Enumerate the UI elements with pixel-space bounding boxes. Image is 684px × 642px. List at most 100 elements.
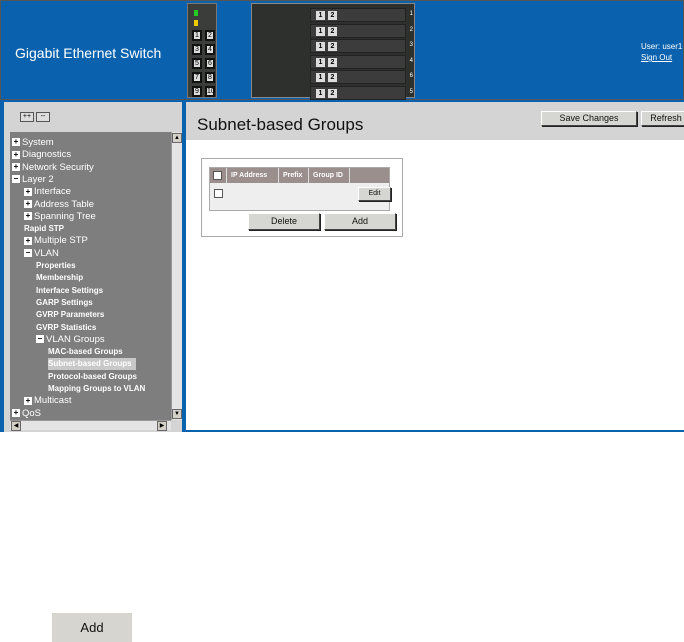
nav-item-label: Properties bbox=[36, 261, 76, 270]
nav-item-vlan-groups[interactable]: − VLAN Groups bbox=[36, 334, 105, 346]
nav-item-gvrp-parameters[interactable]: GVRP Parameters bbox=[36, 309, 104, 321]
sidebar: ++ -- + System + Diagnostics + Network Securi… bbox=[4, 102, 182, 432]
port-icon: 2 bbox=[328, 88, 337, 98]
nav-item-rapid-stp[interactable]: Rapid STP bbox=[24, 223, 64, 235]
expand-all-button[interactable]: ++ bbox=[20, 112, 34, 122]
nav-item-network-security[interactable]: + Network Security bbox=[12, 162, 94, 174]
nav-item-garp-settings[interactable]: GARP Settings bbox=[36, 297, 93, 309]
save-changes-button[interactable]: Save Changes bbox=[541, 111, 637, 126]
port-icon: 1 bbox=[192, 30, 202, 41]
column-ip-address: IP Address bbox=[227, 168, 279, 183]
scroll-right-icon[interactable]: ▶ bbox=[157, 421, 167, 431]
minus-icon[interactable]: − bbox=[12, 175, 20, 184]
plus-icon[interactable]: + bbox=[12, 138, 20, 147]
port-icon: 7 bbox=[192, 72, 202, 83]
select-all-checkbox[interactable] bbox=[213, 170, 222, 180]
port-icon: 3 bbox=[192, 44, 202, 55]
nav-item-label: Interface Settings bbox=[36, 285, 104, 295]
scroll-down-icon[interactable]: ▼ bbox=[172, 409, 182, 419]
port-icon: 5 bbox=[192, 58, 202, 69]
nav-item-multicast[interactable]: + Multicast bbox=[24, 395, 71, 407]
nav-item-gvrp-statistics[interactable]: GVRP Statistics bbox=[36, 322, 96, 334]
nav-item-label: Multiple STP bbox=[34, 235, 88, 247]
scroll-left-icon[interactable]: ◀ bbox=[11, 421, 21, 431]
plus-icon[interactable]: + bbox=[12, 150, 20, 159]
port-icon: 1 bbox=[316, 42, 325, 51]
port-icon: 2 bbox=[328, 11, 337, 20]
refresh-button[interactable]: Refresh bbox=[641, 111, 684, 126]
minus-icon[interactable]: − bbox=[24, 249, 32, 258]
plus-icon[interactable]: + bbox=[24, 396, 32, 405]
plus-icon[interactable]: + bbox=[24, 187, 32, 196]
port-icon: 1 bbox=[316, 57, 325, 67]
nav-item-spanning-tree[interactable]: + Spanning Tree bbox=[24, 211, 96, 223]
delete-button[interactable]: Delete bbox=[248, 213, 320, 230]
nav-tree: + System + Diagnostics + Network Security − Lay… bbox=[10, 132, 171, 420]
status-led bbox=[194, 20, 198, 26]
add-button[interactable]: Add bbox=[324, 213, 396, 230]
plus-icon[interactable]: + bbox=[24, 236, 32, 245]
nav-item-label: Subnet-based Groups bbox=[48, 359, 132, 369]
nav-item-mac-based-groups[interactable]: MAC-based Groups bbox=[48, 346, 123, 358]
user-label: User: user1 bbox=[641, 42, 683, 51]
nav-item-subnet-based-groups[interactable]: Subnet-based Groups bbox=[48, 358, 136, 371]
nav-item-label: System bbox=[22, 137, 54, 148]
port-icon: 2 bbox=[205, 30, 215, 41]
nav-item-label: Layer 2 bbox=[22, 173, 54, 185]
blade-number: 6 bbox=[409, 73, 413, 79]
blade-number: 5 bbox=[409, 88, 413, 95]
port-icon: 8 bbox=[205, 72, 215, 83]
minus-icon[interactable]: − bbox=[36, 335, 44, 344]
add-button-large[interactable]: Add bbox=[52, 613, 132, 642]
sign-out-link[interactable]: Sign Out bbox=[641, 52, 682, 63]
blade-slot: 12 5 bbox=[310, 85, 413, 100]
blade-slot: 122 bbox=[310, 23, 413, 38]
port-icon: 9 bbox=[192, 86, 202, 97]
nav-item-vlan[interactable]: − VLAN bbox=[24, 248, 59, 260]
nav-item-layer-2[interactable]: − Layer 2 bbox=[12, 174, 54, 186]
vertical-scrollbar[interactable]: ▲ ▼ bbox=[171, 132, 182, 420]
nav-item-system[interactable]: + System bbox=[12, 137, 54, 149]
port-icon: 1 bbox=[316, 73, 325, 82]
row-checkbox[interactable] bbox=[214, 189, 223, 198]
blade-slot: 12 6 bbox=[310, 70, 413, 84]
nav-item-label: QoS bbox=[22, 407, 42, 419]
nav-item-qos[interactable]: + QoS bbox=[12, 408, 41, 420]
nav-item-label: Membership bbox=[36, 273, 84, 283]
plus-icon[interactable]: + bbox=[12, 409, 20, 418]
nav-item-label: MAC-based Groups bbox=[48, 347, 123, 357]
plus-icon[interactable]: + bbox=[12, 163, 20, 172]
nav-item-interface-settings[interactable]: Interface Settings bbox=[36, 285, 103, 297]
blade-number: 3 bbox=[409, 42, 413, 48]
nav-item-interface[interactable]: + Interface bbox=[24, 186, 71, 198]
nav-item-label: VLAN Groups bbox=[46, 333, 105, 345]
nav-item-label: Protocol-based Groups bbox=[48, 371, 137, 381]
nav-item-label: Diagnostics bbox=[22, 149, 72, 161]
column-prefix: Prefix bbox=[279, 168, 309, 183]
port-icon: 6 bbox=[205, 58, 215, 69]
nav-item-multiple-stp[interactable]: + Multiple STP bbox=[24, 235, 88, 247]
column-group-id: Group ID bbox=[309, 168, 350, 183]
content-area: ++ -- + System + Diagnostics + Network Securi… bbox=[0, 100, 684, 432]
nav-item-label: GVRP Statistics bbox=[36, 322, 97, 332]
edit-button[interactable]: Edit bbox=[358, 187, 391, 201]
port-icon: 4 bbox=[205, 44, 215, 55]
nav-item-label: Rapid STP bbox=[24, 224, 65, 234]
nav-item-properties[interactable]: Properties bbox=[36, 260, 76, 272]
switch-front-image: 1 2 3 4 5 6 7 8 9 10 bbox=[187, 3, 217, 98]
nav-item-address-table[interactable]: + Address Table bbox=[24, 199, 94, 211]
nav-item-protocol-based-groups[interactable]: Protocol-based Groups bbox=[48, 371, 137, 383]
blade-slot: 121 bbox=[310, 8, 413, 22]
nav-item-mapping-groups-to-vlan[interactable]: Mapping Groups to VLAN bbox=[48, 383, 145, 395]
nav-item-membership[interactable]: Membership bbox=[36, 272, 83, 284]
blade-number: 1 bbox=[409, 11, 413, 17]
blade-slot: 12 4 bbox=[310, 54, 413, 69]
port-icon: 1 bbox=[316, 26, 325, 36]
nav-item-diagnostics[interactable]: + Diagnostics bbox=[12, 149, 71, 161]
plus-icon[interactable]: + bbox=[24, 212, 32, 221]
nav-item-label: Multicast bbox=[34, 395, 72, 407]
collapse-all-button[interactable]: -- bbox=[36, 112, 50, 122]
scroll-up-icon[interactable]: ▲ bbox=[172, 133, 182, 143]
horizontal-scrollbar[interactable]: ◀ ▶ bbox=[10, 420, 171, 431]
plus-icon[interactable]: + bbox=[24, 199, 32, 208]
